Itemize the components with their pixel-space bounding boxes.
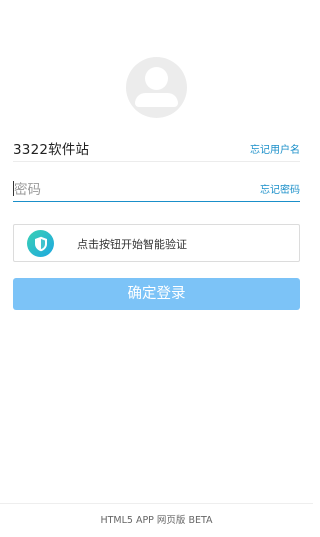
- smart-verify-button[interactable]: 点击按钮开始智能验证: [13, 224, 300, 262]
- forgot-username-link[interactable]: 忘记用户名: [250, 141, 300, 156]
- forgot-password-link[interactable]: 忘记密码: [260, 181, 300, 196]
- footer-text: HTML5 APP 网页版 BETA: [0, 503, 313, 537]
- avatar: [126, 57, 187, 118]
- password-placeholder: 密码: [14, 182, 41, 198]
- avatar-head-shape: [145, 67, 168, 90]
- verify-label: 点击按钮开始智能验证: [77, 238, 187, 251]
- shield-check-icon: [27, 230, 54, 257]
- password-field[interactable]: 密码 忘记密码: [13, 175, 300, 202]
- login-button[interactable]: 确定登录: [13, 278, 300, 310]
- username-value[interactable]: 3322软件站: [13, 138, 89, 158]
- login-page: 3322软件站 忘记用户名 密码 忘记密码 点击按钮开始智能验证 确定登录 HT…: [0, 0, 313, 537]
- password-input[interactable]: 密码: [13, 178, 41, 198]
- avatar-body-shape: [135, 93, 178, 107]
- username-field[interactable]: 3322软件站 忘记用户名: [13, 135, 300, 162]
